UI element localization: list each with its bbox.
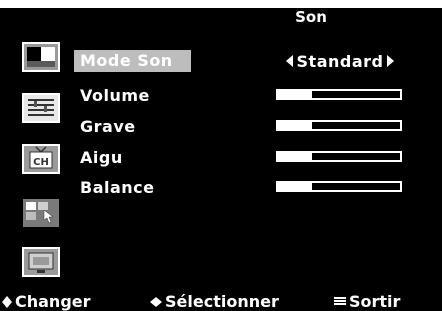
grave-slider[interactable] xyxy=(276,120,402,131)
balance-slider[interactable] xyxy=(276,181,402,192)
title-bar: Son xyxy=(0,8,442,26)
menu-item-volume[interactable]: Volume xyxy=(80,85,150,107)
menu-category-sidebar: CH xyxy=(0,26,63,292)
menu-item-grave[interactable]: Grave xyxy=(80,116,136,138)
footer-change-label: Changer xyxy=(15,292,91,311)
balance-slider-fill xyxy=(278,183,313,190)
aigu-slider-fill xyxy=(278,153,313,160)
volume-slider[interactable] xyxy=(276,89,402,100)
left-right-arrows-icon xyxy=(150,296,162,307)
mode-son-value: Standard xyxy=(296,51,384,71)
screen-icon[interactable] xyxy=(22,247,60,277)
footer-select-label: Sélectionner xyxy=(165,292,279,311)
menu-item-mode-son[interactable]: Mode Son xyxy=(74,50,191,72)
mode-son-selector[interactable]: Standard xyxy=(280,50,400,72)
menu-button-icon xyxy=(334,297,346,306)
svg-text:CH: CH xyxy=(33,157,49,168)
footer-select-hint: Sélectionner xyxy=(150,292,279,311)
aigu-slider[interactable] xyxy=(276,151,402,162)
menu-item-balance[interactable]: Balance xyxy=(80,177,155,199)
sound-menu-panel: Mode Son Standard Volume Grave Aigu Bala… xyxy=(63,26,442,292)
footer-change-hint: Changer xyxy=(2,292,91,311)
menu-item-aigu[interactable]: Aigu xyxy=(80,147,123,169)
up-down-arrows-icon xyxy=(2,295,12,308)
arrow-right-icon[interactable] xyxy=(387,55,395,67)
footer-help-bar: Changer Sélectionner Sortir xyxy=(0,292,442,311)
picture-icon[interactable] xyxy=(22,42,60,72)
setup-icon[interactable] xyxy=(22,198,60,228)
grave-slider-fill xyxy=(278,122,313,129)
arrow-left-icon[interactable] xyxy=(285,55,293,67)
tv-osd-screen: Son CH Mode Son Standard Volume Grave Ai… xyxy=(0,0,442,311)
footer-exit-label: Sortir xyxy=(349,292,401,311)
sound-icon[interactable] xyxy=(22,93,60,123)
footer-exit-hint: Sortir xyxy=(334,292,400,311)
page-title: Son xyxy=(295,8,327,26)
channel-icon[interactable]: CH xyxy=(22,144,60,174)
volume-slider-fill xyxy=(278,91,313,98)
